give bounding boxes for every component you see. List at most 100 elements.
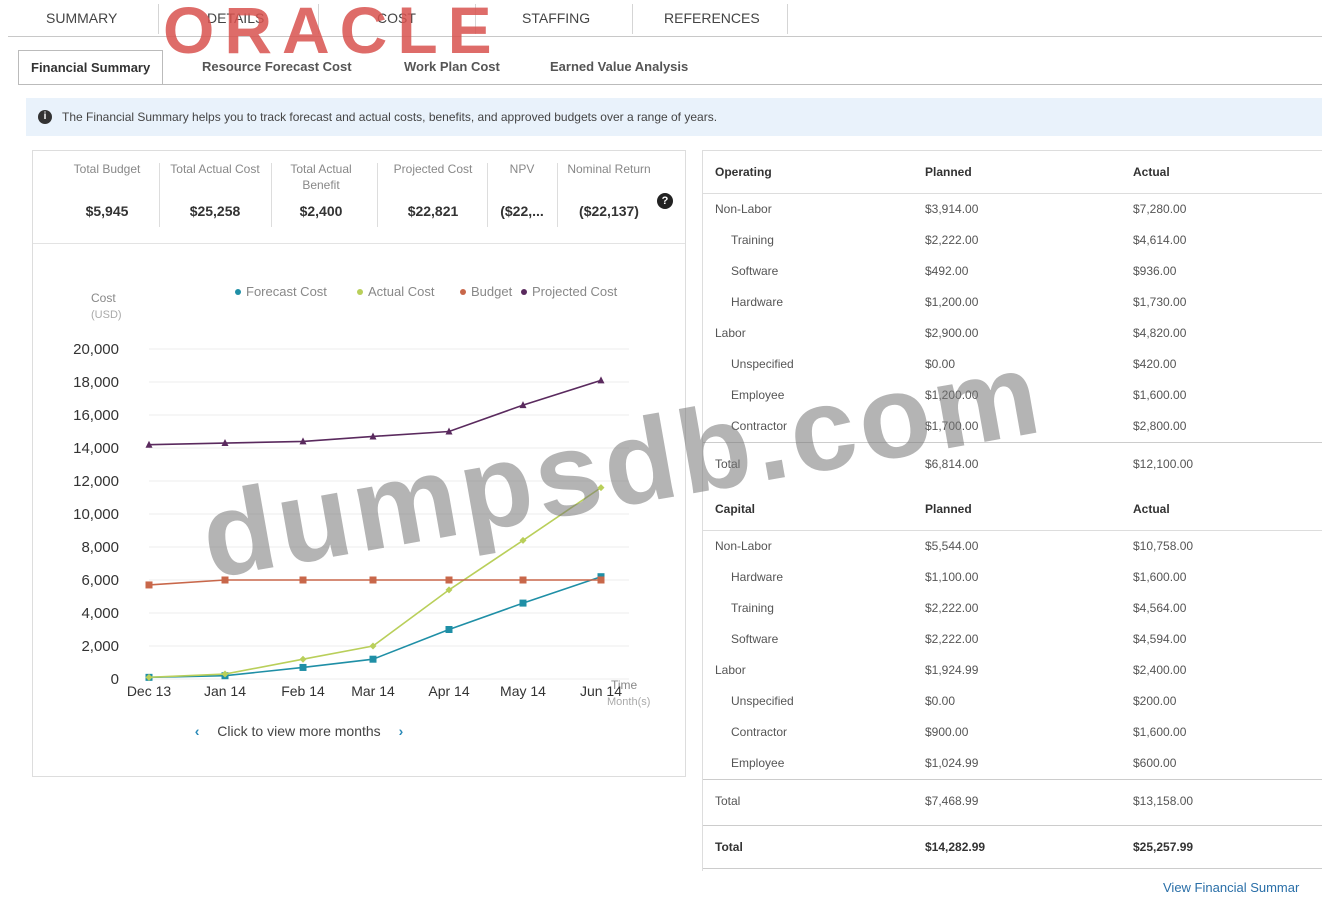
tab-references[interactable]: REFERENCES (664, 10, 760, 26)
metric-value: $22,821 (407, 203, 459, 219)
legend-label: Forecast Cost (246, 284, 327, 299)
actual-value: $420.00 (1133, 357, 1177, 371)
row-label: Training (731, 601, 774, 615)
metric-label: Total Budget (73, 162, 141, 176)
metric-total-budget: Total Budget $5,945 (59, 161, 155, 219)
row-label: Employee (731, 756, 785, 770)
column-header: Capital (715, 502, 756, 516)
metric-divider (159, 163, 160, 227)
planned-value: $2,222.00 (925, 601, 979, 615)
metric-total-actual-benefit: Total Actual Benefit $2,400 (281, 161, 361, 219)
metrics-strip: Total Budget $5,945 Total Actual Cost $2… (33, 151, 685, 244)
data-point (369, 655, 377, 663)
actual-value: $10,758.00 (1133, 539, 1194, 553)
grand-total-actual: $25,257.99 (1133, 840, 1194, 854)
tab-work-plan-cost[interactable]: Work Plan Cost (392, 50, 512, 83)
actual-value: $7,280.00 (1133, 202, 1187, 216)
actual-value: $1,600.00 (1133, 388, 1187, 402)
total-label: Total (715, 457, 741, 471)
total-label: Total (715, 794, 741, 808)
tab-divider (158, 4, 159, 34)
legend-label: Projected Cost (532, 284, 618, 299)
metric-value: ($22,137) (579, 203, 639, 219)
table-row: Software $492.00 $936.00 (703, 256, 1322, 287)
cost-breakdown-panel: Operating Planned Actual Non-Labor $3,914.00… (702, 150, 1322, 871)
chevron-right-icon[interactable]: › (399, 723, 404, 739)
row-label: Unspecified (731, 357, 794, 371)
metric-value: $2,400 (299, 203, 343, 219)
planned-value: $2,900.00 (925, 326, 979, 340)
row-label: Hardware (731, 570, 784, 584)
planned-value: $1,024.99 (925, 756, 979, 770)
series-line (148, 379, 602, 446)
metric-nominal-return: Nominal Return ($22,137) (561, 161, 657, 219)
actual-value: $200.00 (1133, 694, 1177, 708)
x-tick-label: Jun 14 (580, 683, 622, 699)
total-actual: $13,158.00 (1133, 794, 1194, 808)
legend-label: Budget (471, 284, 513, 299)
total-planned: $7,468.99 (925, 794, 979, 808)
y-axis-unit: (USD) (91, 309, 122, 321)
metric-value: $25,258 (189, 203, 241, 219)
tab-financial-summary[interactable]: Financial Summary (18, 50, 164, 85)
table-row: Unspecified $0.00 $420.00 (703, 349, 1322, 380)
metric-divider (557, 163, 558, 227)
tab-earned-value-analysis[interactable]: Earned Value Analysis (538, 50, 700, 83)
row-label: Hardware (731, 295, 784, 309)
y-tick-label: 12,000 (73, 473, 119, 490)
tab-divider (787, 4, 788, 34)
more-months-nav: ‹ Click to view more months › (0, 723, 625, 739)
tab-summary[interactable]: SUMMARY (46, 10, 117, 26)
table-row: Labor $1,924.99 $2,400.00 (703, 655, 1322, 686)
sub-tab-underline (18, 84, 1322, 85)
table-row: Hardware $1,200.00 $1,730.00 (703, 287, 1322, 318)
actual-value: $4,614.00 (1133, 233, 1187, 247)
table-row: Unspecified $0.00 $200.00 (703, 686, 1322, 717)
grand-total-label: Total (715, 840, 743, 854)
legend-marker (521, 289, 527, 295)
actual-value: $1,730.00 (1133, 295, 1187, 309)
y-tick-label: 18,000 (73, 374, 119, 391)
table-row: Employee $1,024.99 $600.00 (703, 748, 1322, 779)
table-row: Training $2,222.00 $4,564.00 (703, 593, 1322, 624)
metric-divider (271, 163, 272, 227)
data-point (145, 581, 153, 589)
table-row: Software $2,222.00 $4,594.00 (703, 624, 1322, 655)
column-header: Operating (715, 165, 772, 179)
info-banner: i The Financial Summary helps you to tra… (26, 98, 1322, 136)
planned-value: $5,544.00 (925, 539, 979, 553)
view-financial-summary-link[interactable]: View Financial Summar (1163, 880, 1299, 895)
table-row: Contractor $1,700.00 $2,800.00 (703, 411, 1322, 442)
sub-tab-bar: Financial Summary Resource Forecast Cost… (18, 50, 1322, 86)
y-tick-label: 2,000 (81, 638, 119, 655)
data-point (519, 599, 527, 607)
y-tick-label: 8,000 (81, 539, 119, 556)
y-tick-label: 20,000 (73, 341, 119, 358)
planned-value: $1,200.00 (925, 388, 979, 402)
metric-label: Total Actual Cost (170, 162, 260, 176)
planned-value: $3,914.00 (925, 202, 979, 216)
row-label: Software (731, 264, 779, 278)
more-months-link[interactable]: Click to view more months (217, 723, 380, 739)
total-actual: $12,100.00 (1133, 457, 1194, 471)
help-icon[interactable]: ? (657, 193, 673, 209)
table-row: Contractor $900.00 $1,600.00 (703, 717, 1322, 748)
planned-value: $0.00 (925, 694, 956, 708)
actual-value: $2,800.00 (1133, 419, 1187, 433)
planned-value: $1,200.00 (925, 295, 979, 309)
tab-resource-forecast-cost[interactable]: Resource Forecast Cost (190, 50, 364, 83)
chevron-left-icon[interactable]: ‹ (195, 723, 200, 739)
metric-value: ($22,... (500, 203, 544, 219)
info-circle-icon: i (38, 110, 52, 124)
actual-value: $4,564.00 (1133, 601, 1187, 615)
y-tick-label: 14,000 (73, 440, 119, 457)
operating-table: Operating Planned Actual Non-Labor $3,914.00… (703, 151, 1322, 485)
row-label: Software (731, 632, 779, 646)
row-label: Unspecified (731, 694, 794, 708)
legend-marker (357, 289, 363, 295)
table-row: Labor $2,900.00 $4,820.00 (703, 318, 1322, 349)
y-axis-title: Cost (91, 291, 116, 305)
metric-value: $5,945 (85, 203, 129, 219)
row-label: Labor (715, 663, 746, 677)
tab-divider (632, 4, 633, 34)
